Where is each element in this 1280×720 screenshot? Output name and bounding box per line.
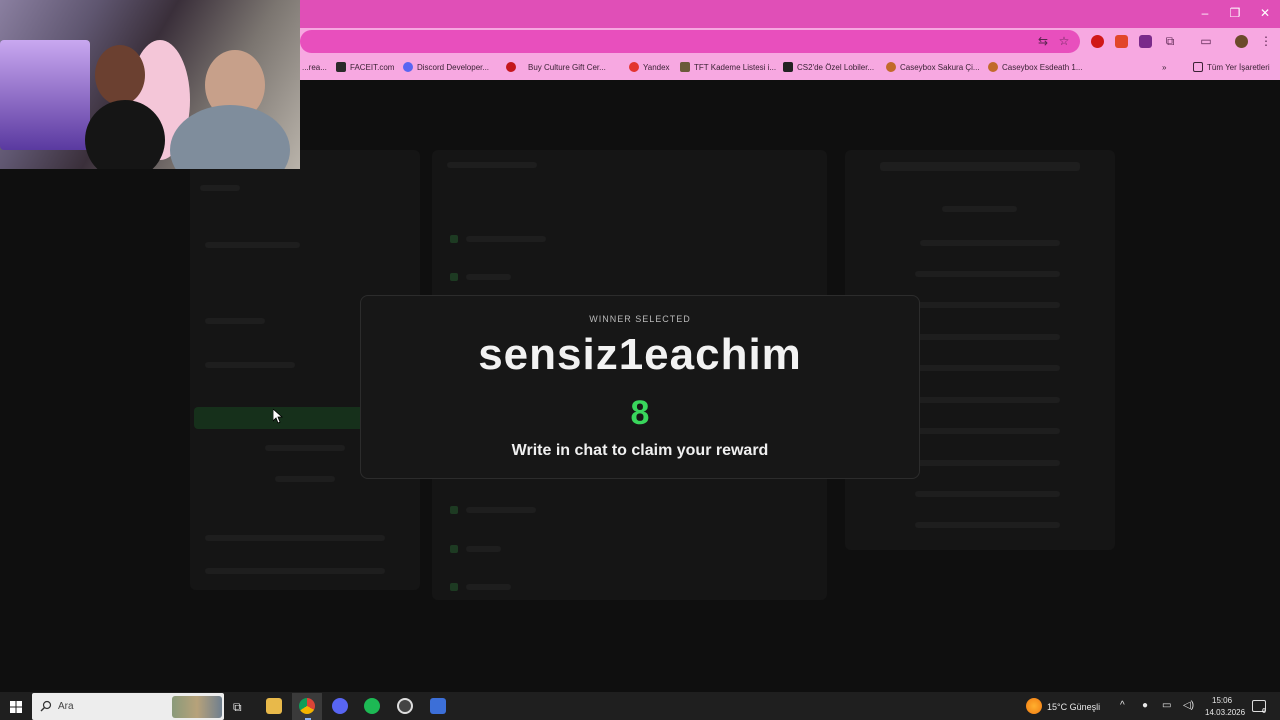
- all-bookmarks-folder[interactable]: Tüm Yer İşaretleri: [1193, 60, 1270, 74]
- app-icon[interactable]: [430, 698, 446, 714]
- opera-extension-icon[interactable]: [1091, 35, 1104, 48]
- mouse-cursor-icon: [273, 409, 283, 424]
- bookmark-item[interactable]: [506, 60, 516, 74]
- placeholder-line: [205, 318, 265, 324]
- winner-modal: WINNER SELECTED sensiz1eachim 8 Write in…: [360, 295, 920, 479]
- restore-button[interactable]: ❐: [1220, 0, 1250, 28]
- discord-icon[interactable]: [332, 698, 348, 714]
- placeholder-line: [205, 568, 385, 574]
- placeholder-line: [205, 362, 295, 368]
- search-icon: [40, 700, 52, 712]
- obs-icon[interactable]: [397, 698, 413, 714]
- file-explorer-icon[interactable]: [266, 698, 282, 714]
- placeholder-line: [447, 162, 537, 168]
- placeholder-line: [942, 206, 1017, 212]
- clock-date[interactable]: 14.03.2026: [1205, 708, 1245, 717]
- bookmark-item[interactable]: Caseybox Sakura Çi...: [886, 60, 980, 74]
- search-highlight-image: [172, 696, 222, 718]
- placeholder-line: [920, 240, 1060, 246]
- placeholder-line: [466, 507, 536, 513]
- placeholder-line: [880, 162, 1080, 171]
- bookmark-item[interactable]: TFT Kademe Listesi i...: [680, 60, 776, 74]
- participant-dot: [450, 273, 458, 281]
- claim-instructions: Write in chat to claim your reward: [511, 442, 769, 459]
- spotify-icon[interactable]: [364, 698, 380, 714]
- participant-dot: [450, 583, 458, 591]
- bookmark-item[interactable]: Caseybox Esdeath 1...: [988, 60, 1083, 74]
- placeholder-line: [466, 274, 511, 280]
- extensions-puzzle-icon[interactable]: ⧉: [1163, 34, 1177, 48]
- placeholder-line: [915, 302, 1060, 308]
- placeholder-line: [915, 271, 1060, 277]
- placeholder-line: [915, 522, 1060, 528]
- tray-overflow-chevron-icon[interactable]: ^: [1120, 700, 1125, 711]
- extension-icon[interactable]: [1115, 35, 1128, 48]
- placeholder-line: [205, 242, 300, 248]
- bookmarks-overflow-chevron-icon[interactable]: »: [1162, 60, 1166, 74]
- chrome-icon[interactable]: [299, 698, 315, 714]
- weather-sun-icon[interactable]: [1026, 698, 1042, 714]
- placeholder-line: [466, 546, 501, 552]
- placeholder-line: [275, 476, 335, 482]
- bookmark-item[interactable]: Discord Developer...: [403, 60, 489, 74]
- address-input[interactable]: [300, 30, 1080, 53]
- twitch-extension-icon[interactable]: [1139, 35, 1152, 48]
- microphone-icon[interactable]: ●: [1142, 700, 1148, 711]
- placeholder-line: [205, 535, 385, 541]
- placeholder-line: [265, 445, 345, 451]
- bookmark-item[interactable]: CS2'de Özel Lobiler...: [783, 60, 874, 74]
- weather-text[interactable]: 15°C Güneşli: [1047, 702, 1100, 712]
- side-panel-icon[interactable]: ▭: [1199, 34, 1213, 48]
- minimize-button[interactable]: –: [1190, 0, 1220, 28]
- profile-avatar[interactable]: [1235, 35, 1248, 48]
- close-button[interactable]: ✕: [1250, 0, 1280, 28]
- winner-name: sensiz1eachim: [478, 330, 802, 379]
- placeholder-line: [915, 491, 1060, 497]
- placeholder-line: [915, 428, 1060, 434]
- placeholder-line: [466, 236, 546, 242]
- winner-number: 8: [630, 394, 650, 432]
- placeholder-line: [915, 460, 1060, 466]
- notification-count: 6: [1262, 708, 1266, 715]
- participant-dot: [450, 235, 458, 243]
- placeholder-line: [915, 397, 1060, 403]
- windows-start-icon[interactable]: [10, 701, 22, 713]
- participant-dot: [450, 545, 458, 553]
- placeholder-line: [200, 185, 240, 191]
- bookmark-item[interactable]: FACEIT.com: [336, 60, 394, 74]
- placeholder-line: [915, 334, 1060, 340]
- bookmark-item[interactable]: Buy Culture Gift Cer...: [528, 60, 606, 74]
- menu-kebab-icon[interactable]: ⋮: [1259, 34, 1273, 48]
- placeholder-line: [915, 365, 1060, 371]
- volume-icon[interactable]: ◁): [1183, 700, 1194, 711]
- webcam-overlay: [0, 0, 300, 169]
- modal-kicker: WINNER SELECTED: [589, 314, 691, 324]
- translate-icon[interactable]: ⇆: [1036, 34, 1050, 48]
- bookmark-star-icon[interactable]: ☆: [1057, 34, 1071, 48]
- network-icon[interactable]: ▭: [1162, 700, 1171, 711]
- bookmark-item[interactable]: Yandex: [629, 60, 670, 74]
- placeholder-line: [466, 584, 511, 590]
- task-view-icon[interactable]: ⧉: [233, 700, 242, 715]
- bookmark-item[interactable]: ...rea...: [302, 60, 327, 74]
- search-placeholder: Ara: [58, 701, 74, 712]
- participant-dot: [450, 506, 458, 514]
- clock-time[interactable]: 15:06: [1212, 696, 1232, 705]
